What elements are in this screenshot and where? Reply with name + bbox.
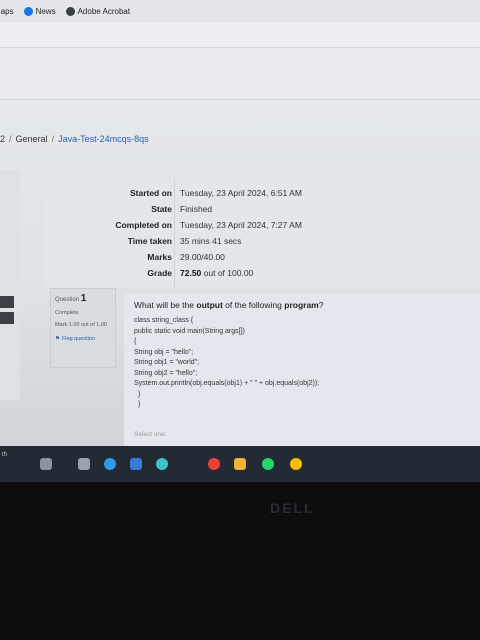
time-taken-label: Time taken (127, 236, 172, 246)
completed-on-value: Tuesday, 23 April 2024, 7:27 AM (180, 220, 302, 230)
state-value: Finished (180, 204, 213, 214)
summary-row: State Finished (44, 204, 480, 220)
whatsapp-icon[interactable] (262, 458, 274, 470)
code-line: { (134, 338, 137, 345)
grade-score: 72.50 (180, 268, 202, 278)
prompt-text: of the following (222, 300, 285, 310)
question-label: Question (55, 297, 80, 303)
code-block: class string_class { public static void m… (134, 316, 470, 411)
bookmark-adobe-acrobat[interactable]: Adobe Acrobat (65, 6, 131, 16)
files-icon[interactable] (234, 458, 246, 470)
state-label: State (151, 204, 172, 214)
question-number: Question 1 (55, 293, 111, 304)
grade-label: Grade (147, 268, 172, 278)
breadcrumb-quiz[interactable]: Java-Test-24mcqs-8qs (58, 134, 149, 144)
summary-row: Marks 29.00/40.00 (44, 252, 480, 268)
select-one-label: Select one: (134, 430, 167, 438)
question-info-panel: Question 1 Complete Mark 1.00 out of 1.0… (50, 288, 116, 368)
code-line: String obj1 = "world"; (134, 359, 200, 366)
task-view-icon[interactable] (78, 458, 90, 470)
time-taken-value: 35 mins 41 secs (180, 236, 242, 246)
question-number-value: 1 (80, 293, 87, 304)
breadcrumb: 2/General / Java-Test-24mcqs-8qs (0, 134, 149, 144)
chrome-2-icon[interactable] (290, 458, 302, 470)
left-drawer-edge (0, 170, 20, 400)
news-icon (23, 6, 33, 16)
breadcrumb-prefix[interactable]: 2 (0, 134, 5, 144)
summary-row: Completed on Tuesday, 23 April 2024, 7:2… (44, 220, 480, 236)
bookmarks-bar: Maps News Adobe Acrobat (0, 0, 480, 22)
windows-taskbar: th (0, 446, 480, 482)
prompt-output: output (196, 300, 223, 310)
code-line: } (138, 401, 141, 408)
started-on-label: Started on (129, 188, 172, 198)
bookmark-news[interactable]: News (23, 6, 56, 16)
flag-question-label: Flag question (61, 336, 95, 342)
store-icon[interactable] (130, 458, 142, 470)
prompt-program: program (284, 300, 319, 310)
drawer-item[interactable] (0, 296, 14, 308)
adobe-acrobat-label: Adobe Acrobat (77, 6, 131, 16)
taskbar-left-text: th (2, 452, 8, 458)
summary-row: Grade 72.50 out of 100.00 (44, 268, 480, 284)
code-line: System.out.println(obj.equals(obj1) + " … (134, 380, 320, 387)
code-line: class string_class { (134, 317, 194, 324)
marks-value: 29.00/40.00 (180, 252, 225, 262)
prompt-text: ? (318, 300, 324, 310)
marks-label: Marks (147, 252, 172, 262)
navigation-strip (0, 48, 480, 100)
code-line: } (138, 390, 141, 398)
summary-row: Started on Tuesday, 23 April 2024, 6:51 … (44, 188, 480, 204)
breadcrumb-separator: / (51, 134, 55, 144)
code-line: String obj2 = "hello"; (134, 369, 198, 377)
grade-out-of: out of 100.00 (203, 268, 254, 278)
photos-icon[interactable] (156, 458, 168, 470)
completed-on-label: Completed on (115, 220, 172, 230)
maps-label: Maps (0, 6, 14, 16)
grade-value: 72.50 out of 100.00 (180, 268, 253, 278)
question-prompt: What will be the output of the following… (134, 300, 470, 310)
breadcrumb-separator: / (9, 134, 12, 144)
flag-icon: ⚑ (55, 336, 60, 342)
dell-logo: DELL (270, 500, 315, 516)
laptop-bezel (0, 482, 480, 640)
question-mark: Mark 1.00 out of 1.00 (55, 322, 107, 328)
chrome-icon[interactable] (208, 458, 220, 470)
adobe-acrobat-icon (65, 6, 75, 16)
site-header (0, 22, 480, 48)
prompt-text: What will be the (134, 300, 197, 310)
drawer-item[interactable] (0, 312, 14, 324)
bookmark-maps[interactable]: Maps (0, 7, 14, 16)
code-line: public static void main(String args[]) (134, 327, 245, 335)
code-line: String obj = "hello"; (134, 348, 194, 356)
started-on-value: Tuesday, 23 April 2024, 6:51 AM (180, 188, 302, 198)
monitor-screen: Maps News Adobe Acrobat 2/General/Java-T… (0, 0, 480, 462)
question-status: Complete (55, 310, 79, 316)
question-content: What will be the output of the following… (124, 294, 480, 454)
summary-row: Time taken 35 mins 41 secs (44, 236, 480, 252)
attempt-summary-table: Started on Tuesday, 23 April 2024, 6:51 … (44, 178, 480, 288)
news-label: News (35, 6, 56, 16)
breadcrumb-general[interactable]: General (16, 134, 48, 144)
flag-question-button[interactable]: ⚑ Flag question (55, 336, 111, 342)
search-icon[interactable] (40, 458, 52, 470)
edge-icon[interactable] (104, 458, 116, 470)
